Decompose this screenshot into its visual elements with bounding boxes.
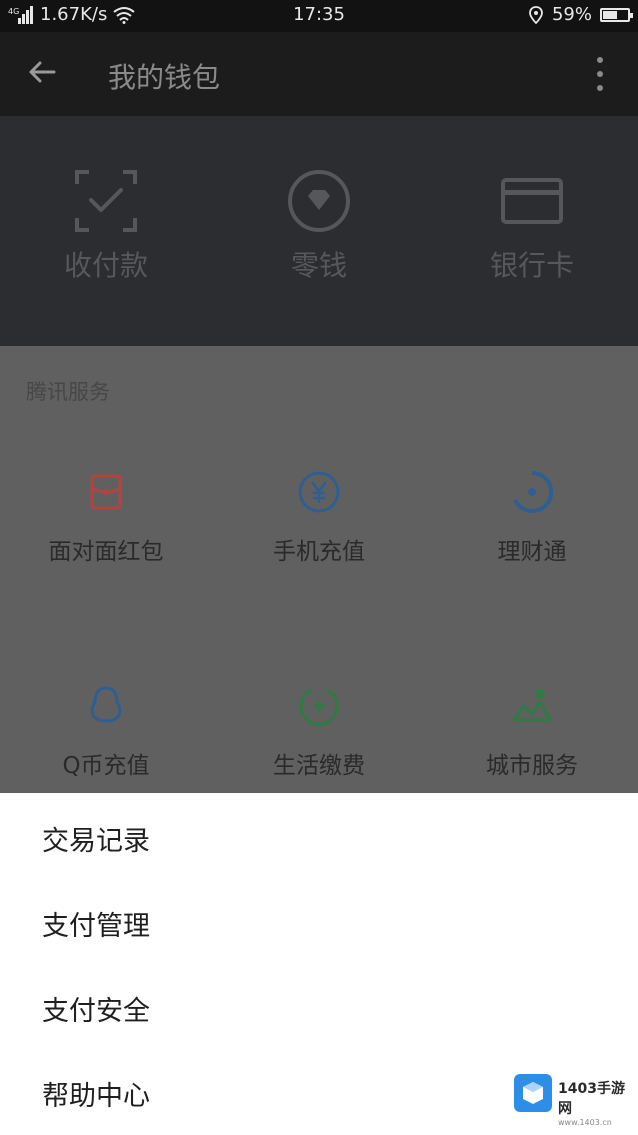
status-bar: 4G 1.67K/s 17:35 59% — [0, 0, 638, 32]
watermark-title: 1403手游网 — [558, 1081, 625, 1117]
wallet-item-pay[interactable]: 收付款 — [0, 116, 212, 346]
wallet-item-change[interactable]: 零钱 — [213, 116, 425, 346]
city-icon — [512, 689, 552, 722]
battery-percent: 59% — [551, 4, 592, 25]
tencent-services-section: 腾讯服务 面对面红包 手机充值 理财通 Q币充值 生活缴费 城市服务 — [0, 346, 638, 793]
menu-item-label: 帮助中心 — [42, 1081, 150, 1112]
lightning-icon — [299, 688, 339, 726]
battery-icon — [600, 7, 633, 22]
service-label: 手机充值 — [273, 539, 365, 565]
service-label: 面对面红包 — [48, 539, 164, 565]
wallet-item-label: 零钱 — [290, 249, 347, 282]
menu-item-label: 支付安全 — [42, 996, 150, 1027]
watermark-sub: www.1403.cn — [558, 1118, 612, 1127]
back-arrow-icon[interactable] — [22, 52, 62, 92]
wallet-item-label: 收付款 — [63, 249, 148, 282]
menu-item-payment-management[interactable]: 支付管理 — [0, 878, 638, 963]
service-label: 理财通 — [497, 539, 567, 565]
menu-item-label: 交易记录 — [42, 826, 150, 857]
watermark: 1403手游网 www.1403.cn — [514, 1074, 638, 1127]
scan-pay-icon — [75, 170, 137, 232]
service-red-packet[interactable]: 面对面红包 — [0, 470, 212, 610]
section-title: 腾讯服务 — [26, 380, 110, 404]
watermark-text: 1403手游网 www.1403.cn — [558, 1078, 638, 1127]
watermark-logo-icon — [514, 1074, 552, 1112]
bank-card-icon — [501, 178, 563, 224]
service-label: 生活缴费 — [273, 753, 365, 779]
yuan-circle-icon — [298, 471, 340, 513]
location-icon — [529, 5, 543, 24]
wallet-item-bank-card[interactable]: 银行卡 — [426, 116, 638, 346]
wallet-item-label: 银行卡 — [489, 249, 574, 282]
more-vertical-icon[interactable] — [588, 54, 612, 94]
page-title: 我的钱包 — [108, 61, 221, 94]
finance-icon — [513, 470, 554, 513]
service-label: 城市服务 — [486, 753, 578, 779]
wallet-top-panel: 收付款 零钱 银行卡 — [0, 116, 638, 346]
service-wealth[interactable]: 理财通 — [426, 470, 638, 610]
menu-item-label: 支付管理 — [42, 911, 150, 942]
menu-item-transactions[interactable]: 交易记录 — [0, 793, 638, 878]
menu-item-payment-security[interactable]: 支付安全 — [0, 963, 638, 1048]
app-bar: 我的钱包 — [0, 32, 638, 116]
red-packet-icon — [90, 474, 122, 510]
service-mobile-recharge[interactable]: 手机充值 — [213, 470, 425, 610]
diamond-coin-icon — [288, 170, 350, 232]
status-right: 59% — [528, 4, 633, 25]
penguin-icon — [90, 686, 122, 723]
service-label: Q币充值 — [62, 753, 150, 779]
battery-fill — [603, 10, 617, 19]
